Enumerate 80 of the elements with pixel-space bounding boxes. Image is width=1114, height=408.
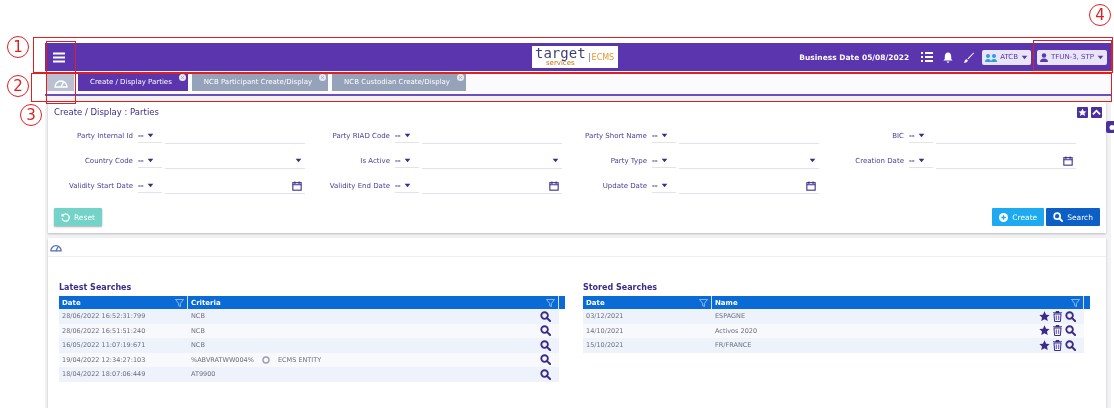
caret-icon [552, 157, 559, 164]
star-icon [1039, 310, 1050, 322]
trash-icon [1053, 310, 1062, 322]
favorite-button[interactable] [1039, 339, 1050, 351]
table-title: Latest Searches [59, 283, 133, 292]
menu-icon [53, 51, 65, 63]
brush-icon [963, 51, 975, 63]
logo-wordmark: target [535, 47, 586, 60]
date-field[interactable] [679, 178, 819, 194]
calendar-icon [806, 180, 816, 191]
filter-icon [1071, 298, 1080, 307]
caret-icon [295, 157, 302, 164]
date-field[interactable] [936, 153, 1076, 169]
search-icon [1065, 339, 1076, 351]
trash-icon [1053, 325, 1062, 337]
trash-icon [1053, 339, 1062, 351]
date-field[interactable] [422, 178, 562, 194]
caret-icon [917, 132, 925, 139]
search-icon [540, 325, 551, 337]
chevron-up-icon [1092, 107, 1101, 117]
search-button[interactable] [540, 368, 551, 380]
search-icon [540, 310, 551, 322]
delete-button[interactable] [1053, 339, 1062, 351]
caret-icon [809, 157, 816, 164]
dashboard-icon [50, 242, 62, 252]
close-icon [178, 74, 186, 81]
star-icon [1039, 339, 1050, 351]
delete-button[interactable] [1053, 325, 1062, 337]
star-icon [1039, 325, 1050, 337]
search-icon [1065, 325, 1076, 337]
list-icon [921, 52, 934, 62]
bell-icon [943, 51, 954, 63]
search-button[interactable] [1065, 339, 1076, 351]
delete-button[interactable] [1053, 310, 1062, 322]
caret-icon [660, 132, 668, 139]
calendar-icon [1063, 155, 1073, 166]
search-button[interactable] [540, 325, 551, 337]
caret-icon [403, 157, 411, 164]
caret-icon [660, 157, 668, 164]
caret-icon [146, 182, 154, 189]
star-icon [1078, 107, 1087, 117]
filter-icon [546, 298, 555, 307]
search-icon [540, 354, 551, 366]
page-title: Create / Display : Parties [54, 107, 159, 117]
caret-icon [146, 157, 154, 164]
caret-icon [1020, 53, 1028, 61]
calendar-icon [549, 180, 559, 191]
caret-icon [917, 157, 925, 164]
users-icon [985, 52, 998, 62]
favorite-button[interactable] [1077, 106, 1088, 118]
close-icon [457, 74, 464, 81]
date-field[interactable] [165, 178, 305, 194]
favorite-button[interactable] [1039, 325, 1050, 337]
filter-icon [175, 298, 184, 307]
favorite-button[interactable] [1039, 310, 1050, 322]
search-icon [540, 368, 551, 380]
table-title: Stored Searches [583, 283, 659, 292]
search-button[interactable] [1065, 325, 1076, 337]
close-icon [319, 74, 327, 81]
dashboard-icon [53, 77, 68, 88]
search-button[interactable] [540, 310, 551, 322]
plus-circle-icon [999, 212, 1009, 222]
user-icon [1039, 52, 1048, 62]
caret-icon [660, 182, 668, 189]
search-button[interactable] [1065, 310, 1076, 322]
caret-icon [403, 182, 411, 189]
search-icon [540, 339, 551, 351]
search-icon [1065, 310, 1076, 322]
filter-icon [699, 298, 708, 307]
caret-icon [1097, 53, 1104, 61]
caret-icon [146, 132, 154, 139]
caret-icon [403, 132, 411, 139]
collapse-button[interactable] [1091, 106, 1102, 118]
undo-icon [61, 212, 70, 222]
dot-icon [261, 355, 270, 364]
search-icon [1053, 212, 1064, 222]
search-button[interactable] [540, 354, 551, 366]
logo-product: ECMS [588, 52, 615, 62]
search-button[interactable] [540, 339, 551, 351]
calendar-icon [292, 180, 302, 191]
